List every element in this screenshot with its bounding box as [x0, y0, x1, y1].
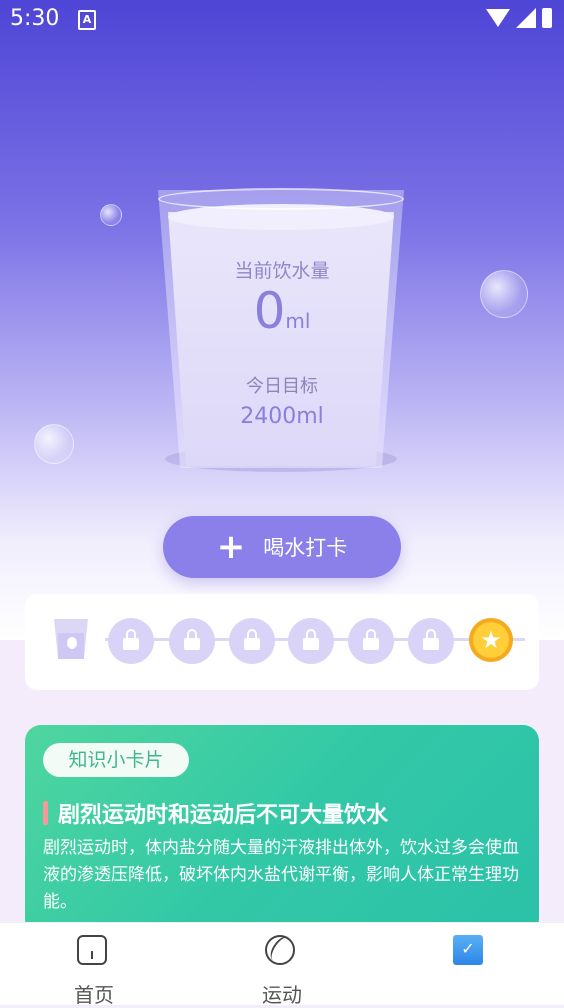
lock-icon [288, 618, 334, 664]
current-intake-value: 0ml [160, 282, 404, 340]
water-drop-icon [67, 637, 77, 649]
lock-icon [108, 618, 154, 664]
tab-sport[interactable]: 运动 [188, 923, 376, 1007]
knowledge-body: 剧烈运动时，体内盐分随大量的汗液排出体外，饮水过多会使血液的渗透压降低，破坏体内… [43, 838, 519, 912]
current-intake-label: 当前饮水量 [234, 260, 330, 282]
daily-goal-value: 2400ml [240, 404, 324, 429]
star-coin-icon: ★ [469, 618, 513, 662]
tab-home[interactable]: 首页 [0, 923, 188, 1007]
plus-icon: + [216, 527, 246, 567]
ball-icon [265, 932, 296, 966]
bubble-decoration [480, 270, 528, 318]
notification-icon: A [78, 10, 96, 30]
drink-checkin-button[interactable]: + 喝水打卡 [163, 516, 401, 578]
knowledge-tag: 知识小卡片 [43, 743, 189, 777]
battery-icon [542, 8, 552, 28]
knowledge-card: 知识小卡片 剧烈运动时和运动后不可大量饮水 剧烈运动时，体内盐分随大量的汗液排出… [25, 725, 539, 935]
current-intake-unit: ml [285, 309, 311, 333]
title-accent-bar [43, 801, 48, 825]
lock-icon [169, 618, 215, 664]
glass-rim [158, 188, 404, 210]
drink-progress-card: ★ [25, 594, 539, 690]
daily-goal-label: 今日目标 [246, 376, 318, 397]
bubble-decoration [100, 204, 122, 226]
checklist-icon: ✓ [453, 935, 483, 965]
lock-icon [348, 618, 394, 664]
status-icons [486, 8, 552, 28]
bubble-decoration [34, 424, 74, 464]
status-time: 5:30 [10, 6, 60, 31]
tab-checkin[interactable]: ✓ [376, 923, 564, 1005]
current-intake-number: 0 [253, 282, 286, 340]
status-bar: 5:30 A [0, 0, 564, 38]
drink-checkin-label: 喝水打卡 [263, 536, 348, 560]
signal-icon [516, 8, 536, 28]
cup-icon [54, 619, 88, 659]
home-icon [77, 935, 107, 965]
lock-icon [229, 618, 275, 664]
wifi-icon [486, 9, 510, 27]
lock-icon [408, 618, 454, 664]
knowledge-title: 剧烈运动时和运动后不可大量饮水 [58, 803, 389, 828]
bottom-tab-bar: 首页 运动 ✓ [0, 922, 564, 1007]
